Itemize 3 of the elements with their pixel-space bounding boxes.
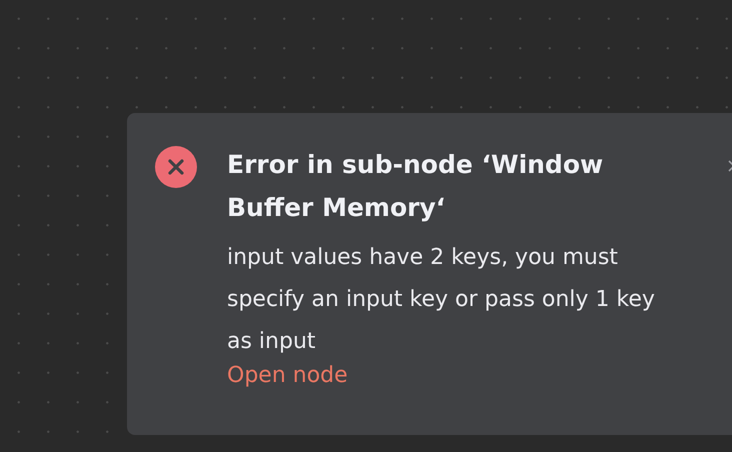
open-node-link[interactable]: Open node	[227, 355, 348, 397]
notification-title: Error in sub-node ‘Window Buffer Memory‘	[227, 149, 604, 224]
notification-message: input values have 2 keys, you must specify an input key or pass only 1 key as input	[227, 244, 656, 356]
